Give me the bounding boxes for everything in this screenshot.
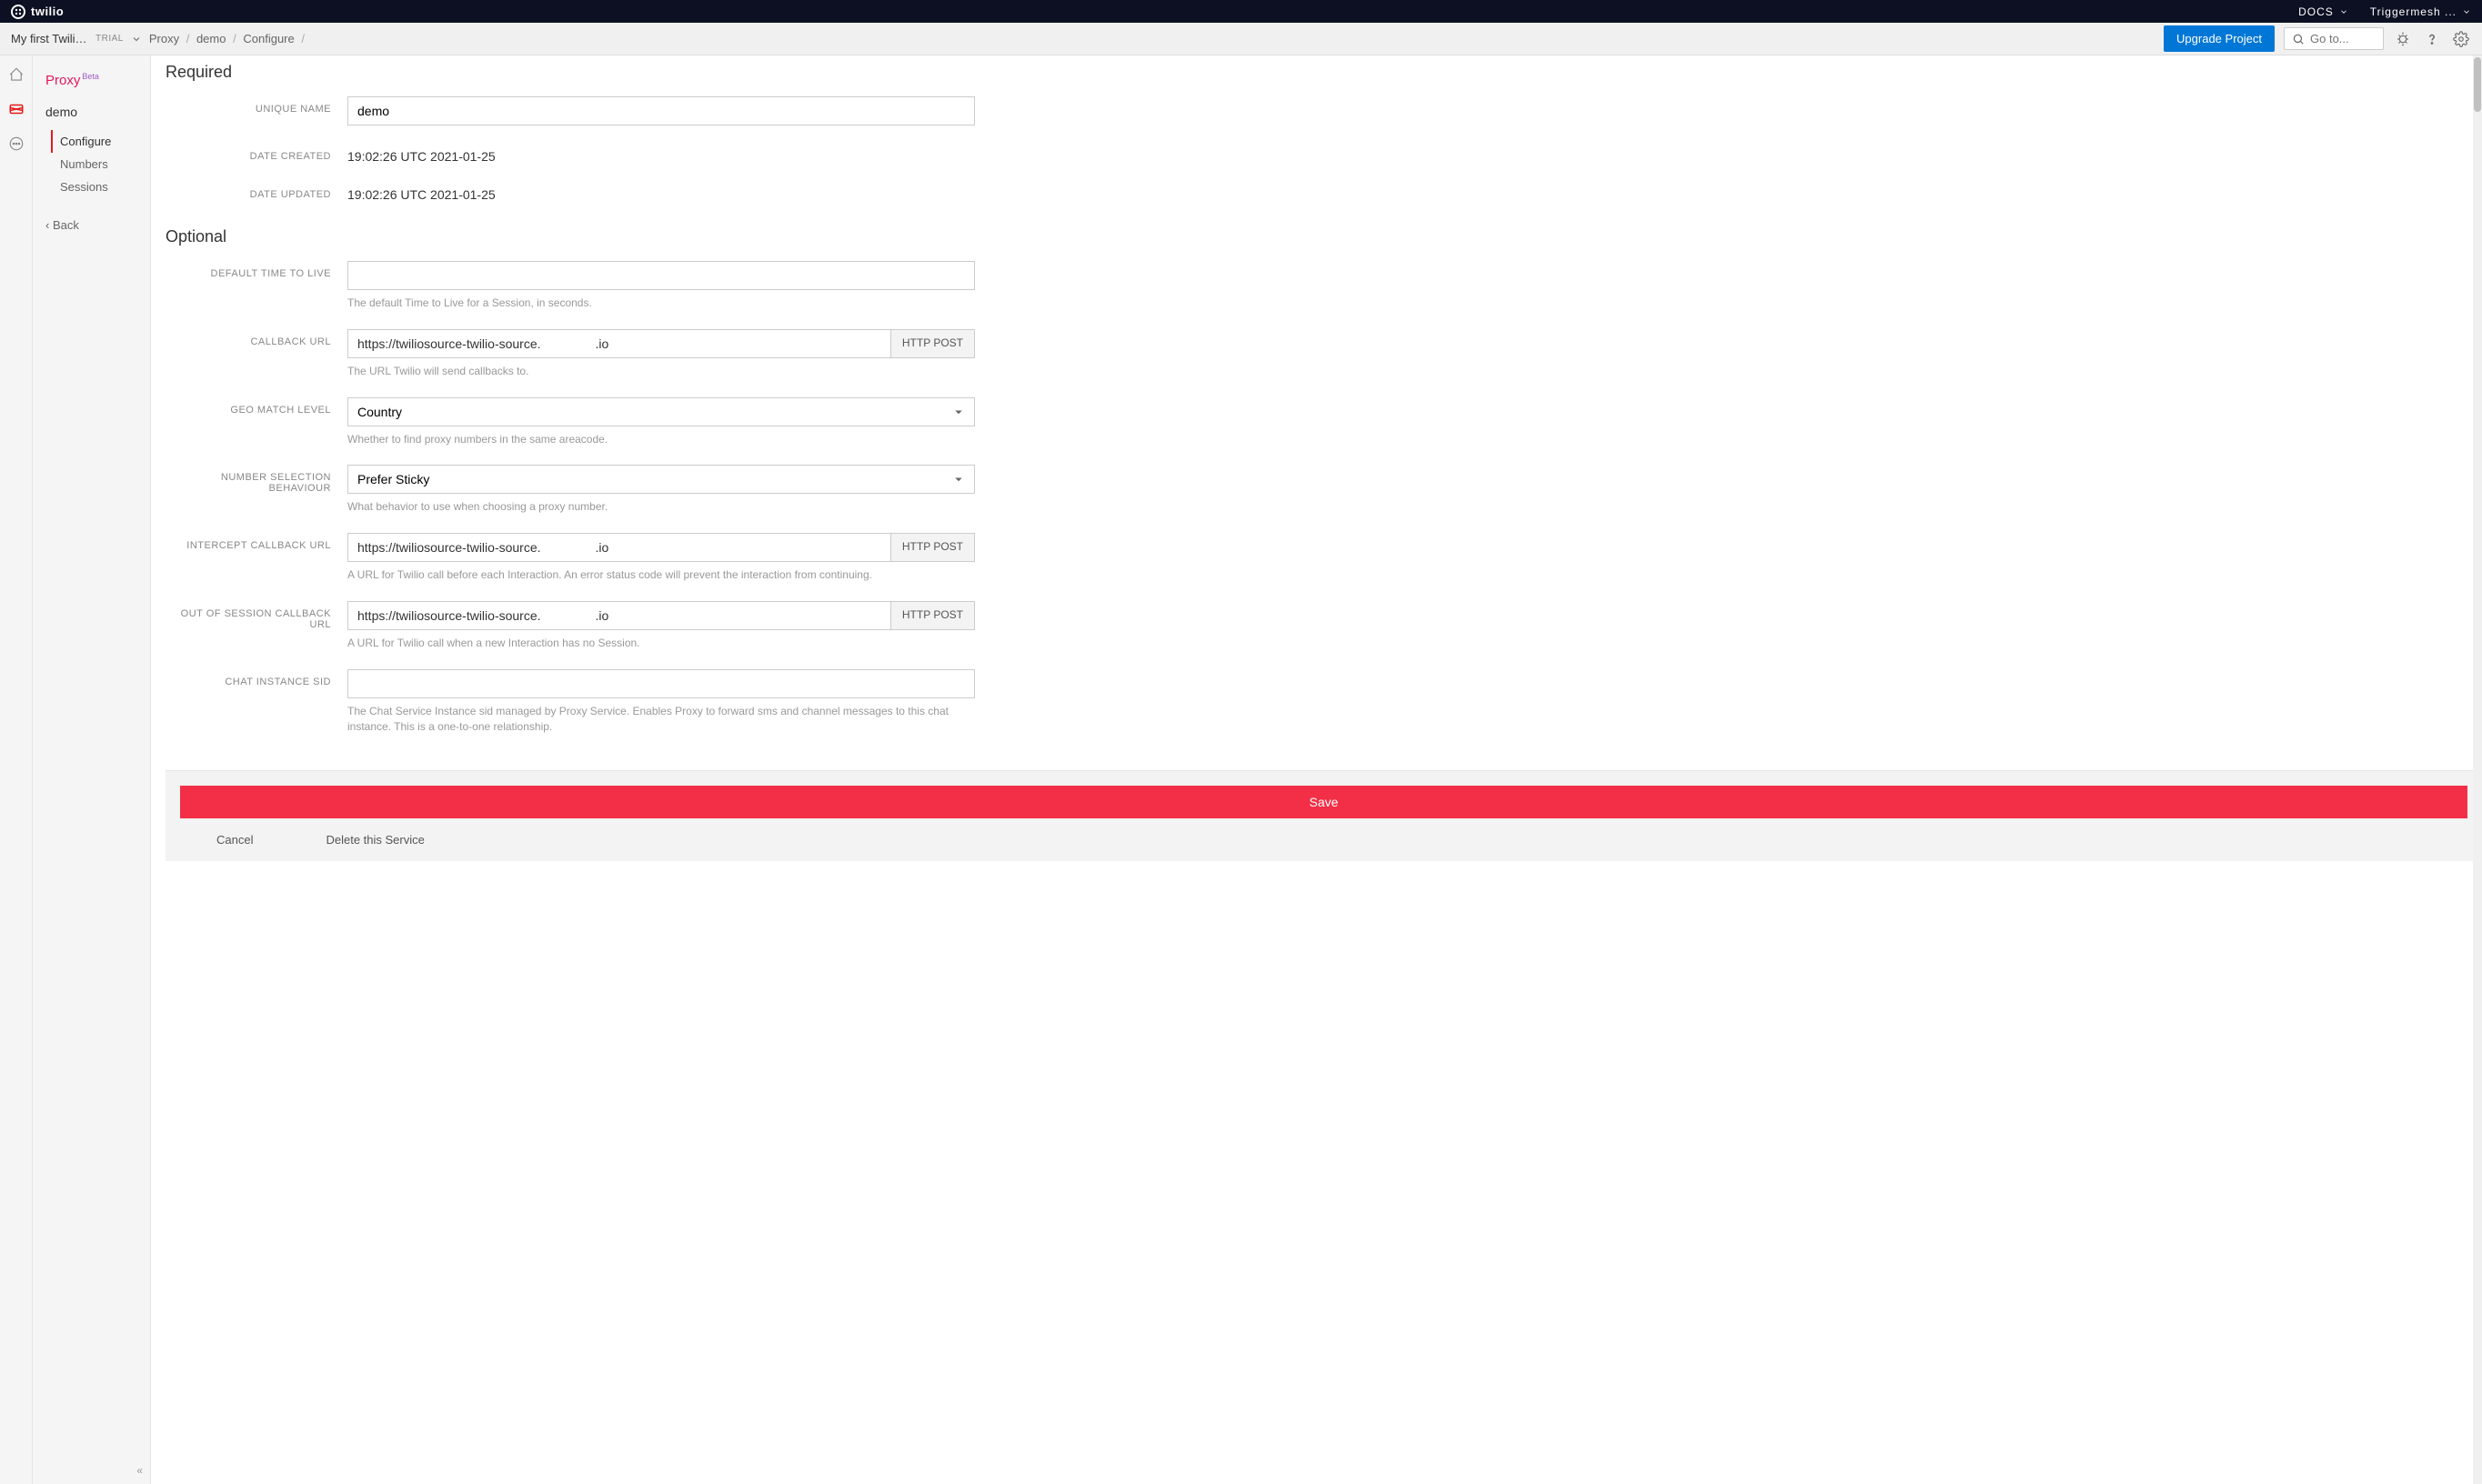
chevron-down-icon	[2462, 7, 2471, 16]
label-callback: CALLBACK URL	[166, 329, 347, 347]
delete-service-link[interactable]: Delete this Service	[326, 833, 424, 847]
search-input[interactable]	[2310, 32, 2374, 45]
search-icon	[2292, 33, 2305, 45]
redacted	[541, 338, 596, 349]
account-menu[interactable]: Triggermesh ...	[2370, 5, 2471, 18]
chevron-down-icon[interactable]	[131, 34, 142, 45]
label-intercept: INTERCEPT CALLBACK URL	[166, 533, 347, 551]
unique-name-input[interactable]	[347, 96, 975, 125]
label-chat: CHAT INSTANCE SID	[166, 669, 347, 687]
search-box[interactable]	[2284, 27, 2384, 50]
section-optional: Optional	[166, 227, 1239, 246]
cancel-link[interactable]: Cancel	[216, 833, 253, 847]
logo[interactable]: twilio	[11, 5, 64, 19]
label-unique-name: UNIQUE NAME	[166, 96, 347, 115]
sidebar-back-link[interactable]: ‹ Back	[45, 218, 150, 232]
topbar: twilio DOCS Triggermesh ...	[0, 0, 2482, 23]
debug-icon[interactable]	[2393, 29, 2413, 49]
beta-badge: Beta	[82, 72, 99, 81]
sidebar-item-numbers[interactable]: Numbers	[51, 153, 150, 175]
label-oos: OUT OF SESSION CALLBACK URL	[166, 601, 347, 630]
sidebar-item-sessions[interactable]: Sessions	[51, 175, 150, 198]
help-icon[interactable]	[2422, 29, 2442, 49]
home-icon[interactable]	[8, 66, 25, 83]
label-date-created: DATE CREATED	[166, 144, 347, 162]
date-created-value: 19:02:26 UTC 2021-01-25	[347, 144, 975, 164]
hint-ttl: The default Time to Live for a Session, …	[347, 296, 975, 311]
intercept-url-input[interactable]: https://twiliosource-twilio-source..io	[347, 533, 891, 562]
http-method-badge: HTTP POST	[891, 329, 975, 358]
logo-text: twilio	[31, 5, 64, 18]
subbar: My first Twilio... TRIAL Proxy / demo / …	[0, 23, 2482, 55]
save-button[interactable]: Save	[180, 786, 2467, 818]
proxy-icon[interactable]	[8, 101, 25, 117]
number-selection-select[interactable]: Prefer Sticky	[347, 465, 975, 494]
chevron-down-icon	[2339, 7, 2348, 16]
twilio-logo-icon	[11, 5, 25, 19]
breadcrumb: Proxy / demo / Configure /	[149, 32, 308, 45]
main-content: Required UNIQUE NAME DATE CREATED 19:02:…	[151, 55, 2482, 1484]
ttl-input[interactable]	[347, 261, 975, 290]
chat-sid-input[interactable]	[347, 669, 975, 698]
section-required: Required	[166, 63, 1239, 82]
oos-url-input[interactable]: https://twiliosource-twilio-source..io	[347, 601, 891, 630]
docs-link[interactable]: DOCS	[2298, 5, 2348, 18]
hint-callback: The URL Twilio will send callbacks to.	[347, 364, 975, 379]
http-method-badge: HTTP POST	[891, 601, 975, 630]
label-ttl: DEFAULT TIME TO LIVE	[166, 261, 347, 279]
date-updated-value: 19:02:26 UTC 2021-01-25	[347, 182, 975, 202]
hint-geo: Whether to find proxy numbers in the sam…	[347, 432, 975, 447]
label-nsb: NUMBER SELECTION BEHAVIOUR	[166, 465, 347, 494]
breadcrumb-item[interactable]: demo	[196, 32, 226, 45]
settings-icon[interactable]	[2451, 29, 2471, 49]
hint-oos: A URL for Twilio call when a new Interac…	[347, 636, 975, 651]
sidebar-item-configure[interactable]: Configure	[51, 130, 150, 153]
redacted	[541, 542, 596, 553]
sidebar-title[interactable]: ProxyBeta	[45, 72, 150, 88]
http-method-badge: HTTP POST	[891, 533, 975, 562]
redacted	[541, 610, 596, 621]
project-name[interactable]: My first Twilio...	[11, 32, 88, 45]
hint-chat: The Chat Service Instance sid managed by…	[347, 704, 975, 735]
sidebar-collapse-icon[interactable]: «	[136, 1464, 143, 1477]
label-date-updated: DATE UPDATED	[166, 182, 347, 200]
breadcrumb-item[interactable]: Proxy	[149, 32, 179, 45]
sidebar-service-name[interactable]: demo	[45, 105, 150, 119]
label-geo: GEO MATCH LEVEL	[166, 397, 347, 416]
hint-intercept: A URL for Twilio call before each Intera…	[347, 567, 975, 583]
trial-badge: TRIAL	[95, 34, 124, 44]
hint-nsb: What behavior to use when choosing a pro…	[347, 499, 975, 515]
upgrade-project-button[interactable]: Upgrade Project	[2164, 25, 2275, 52]
geo-match-select[interactable]: Country	[347, 397, 975, 426]
more-icon[interactable]	[8, 135, 25, 152]
footer-bar: Save Cancel Delete this Service	[166, 770, 2482, 861]
scrollbar-thumb[interactable]	[2474, 57, 2481, 112]
icon-rail	[0, 55, 33, 1484]
callback-url-input[interactable]: https://twiliosource-twilio-source..io	[347, 329, 891, 358]
scrollbar[interactable]	[2473, 55, 2482, 1484]
sidebar: ProxyBeta demo Configure Numbers Session…	[33, 55, 151, 1484]
breadcrumb-item[interactable]: Configure	[243, 32, 294, 45]
